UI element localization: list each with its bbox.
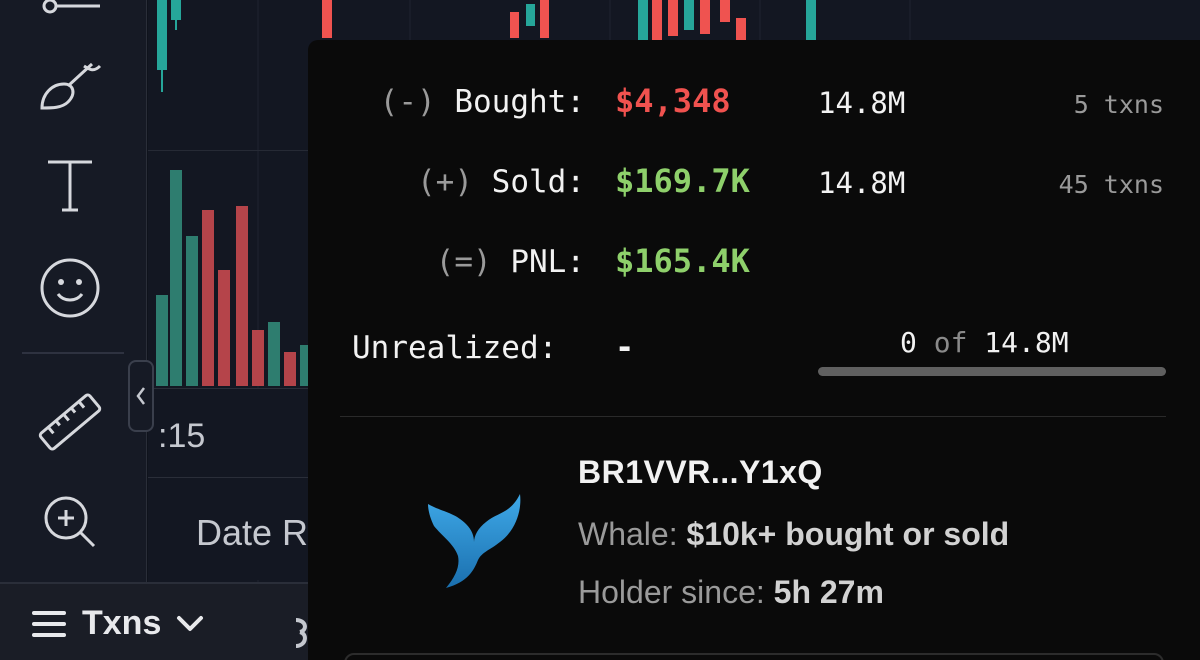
horizontal-line-tool[interactable] xyxy=(36,0,104,40)
trader-details-popup: (-) Bought: $4,348 14.8M 5 txns (+) Sold… xyxy=(308,40,1200,660)
collapse-toolbar-button[interactable] xyxy=(128,360,154,432)
volume-bars xyxy=(156,170,308,386)
horizontal-line-icon xyxy=(42,0,100,14)
holder-since: Holder since: 5h 27m xyxy=(578,574,884,611)
holder-since-value: 5h 27m xyxy=(773,574,884,610)
sold-label-text: Sold: xyxy=(491,164,585,200)
drawing-toolbar xyxy=(0,0,147,582)
holder-section: BR1VVR...Y1xQ Whale: $10k+ bought or sol… xyxy=(308,420,1200,660)
next-card xyxy=(344,653,1164,660)
brush-tool[interactable] xyxy=(36,50,104,118)
brush-icon xyxy=(40,62,102,110)
ruler-tool[interactable] xyxy=(36,388,104,456)
zoom-in-tool[interactable] xyxy=(36,488,104,556)
chevron-down-icon xyxy=(177,615,204,631)
sold-sign: (+) xyxy=(417,164,473,200)
sold-label: (+) Sold: xyxy=(417,164,585,200)
list-icon xyxy=(32,610,66,637)
sold-txns: 45 txns xyxy=(1058,170,1164,199)
unrealized-held: 0 xyxy=(900,326,917,359)
bought-sign: (-) xyxy=(379,84,436,120)
time-axis: :15 Date R xyxy=(148,388,308,580)
sold-value: $169.7K xyxy=(615,162,750,200)
unrealized-value: - xyxy=(615,328,635,366)
holder-address[interactable]: BR1VVR...Y1xQ xyxy=(578,454,823,491)
pnl-label: (=) PNL: xyxy=(436,244,585,280)
pnl-label-text: PNL: xyxy=(510,244,585,280)
unrealized-progress-bar xyxy=(818,367,1166,376)
partial-tab-icon[interactable] xyxy=(290,614,310,654)
holder-since-label: Holder since: xyxy=(578,574,765,610)
pnl-value: $165.4K xyxy=(615,242,750,280)
bought-txns: 5 txns xyxy=(1073,90,1164,119)
zoom-in-icon xyxy=(44,496,96,548)
bought-amount: 14.8M xyxy=(818,86,906,120)
whale-value: $10k+ bought or sold xyxy=(686,516,1010,552)
pnl-sign: (=) xyxy=(435,244,492,280)
text-tool[interactable] xyxy=(36,150,104,218)
unrealized-of: of xyxy=(933,326,968,359)
toolbar-separator xyxy=(22,352,124,354)
txns-tab[interactable]: Txns xyxy=(32,604,205,643)
sold-amount: 14.8M xyxy=(818,166,906,200)
bought-value: $4,348 xyxy=(615,82,731,120)
bought-label: (-) Bought: xyxy=(380,84,585,120)
unrealized-progress-text: 0 of 14.8M xyxy=(900,326,1069,359)
txns-tab-label: Txns xyxy=(82,604,162,642)
emoji-icon xyxy=(40,258,100,318)
time-axis-label: :15 xyxy=(158,417,206,455)
bottom-bar: Txns xyxy=(0,582,310,660)
text-icon xyxy=(48,160,92,212)
popup-divider xyxy=(340,416,1166,417)
unrealized-label: Unrealized: xyxy=(352,330,558,366)
ruler-icon xyxy=(38,393,102,451)
unrealized-total: 14.8M xyxy=(984,326,1069,359)
pane-divider xyxy=(148,150,308,151)
date-range-row[interactable]: Date R xyxy=(148,477,308,581)
emoji-tool[interactable] xyxy=(36,254,104,322)
whale-tail-icon xyxy=(428,494,521,588)
bought-label-text: Bought: xyxy=(454,84,585,120)
chevron-left-icon xyxy=(136,387,145,405)
whale-tag: Whale: $10k+ bought or sold xyxy=(578,516,1009,553)
whale-label: Whale: xyxy=(578,516,678,552)
date-range-label[interactable]: Date R xyxy=(196,512,308,554)
